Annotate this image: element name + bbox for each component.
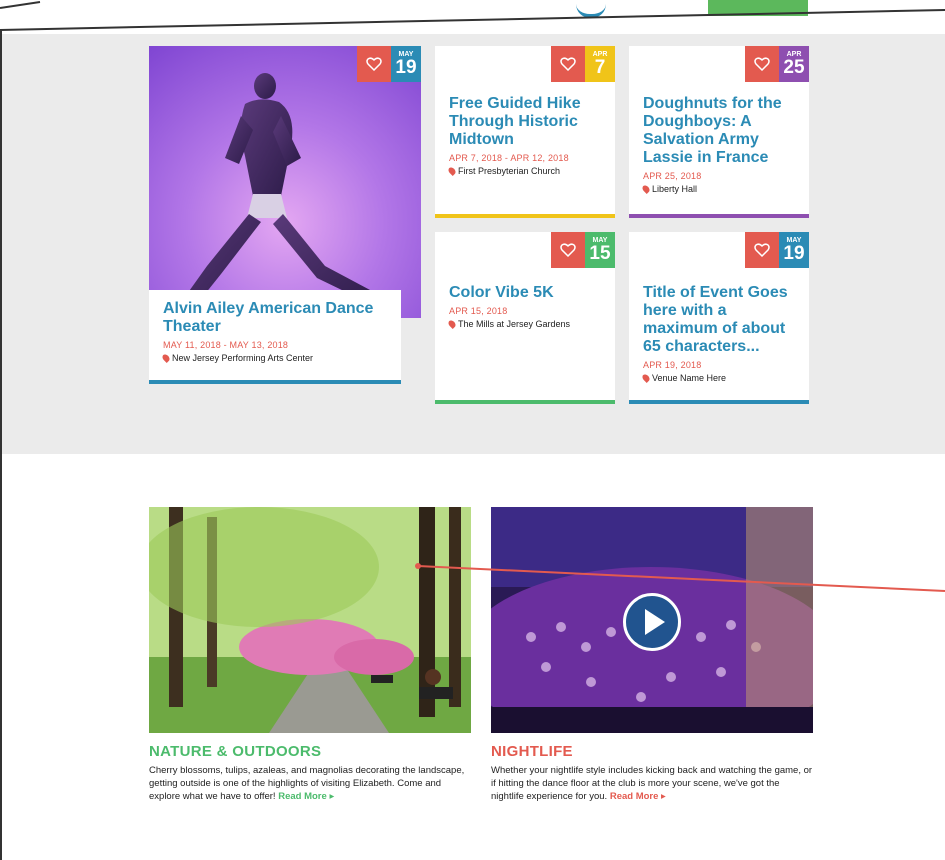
map-pin-icon [161,353,171,363]
event-venue: The Mills at Jersey Gardens [447,319,603,329]
event-title[interactable]: Doughnuts for the Doughboys: A Salvation… [643,95,797,167]
event-accent-bar [149,380,401,384]
event-card[interactable]: APR 7 Free Guided Hike Through Historic … [435,46,615,218]
nightlife-photo[interactable] [491,507,813,733]
event-venue-label: Liberty Hall [652,184,698,194]
event-date-badge: MAY 19 [391,46,421,82]
event-title[interactable]: Free Guided Hike Through Historic Midtow… [449,95,603,149]
event-dates: APR 7, 2018 - APR 12, 2018 [449,153,569,163]
event-badge: APR 7 [551,46,615,82]
events-section: Alvin Ailey American Dance Theater MAY 1… [2,34,945,454]
read-more-label[interactable]: Read More [278,791,327,802]
badge-day: 19 [395,57,417,78]
event-badge: MAY 15 [551,232,615,268]
event-dates: MAY 11, 2018 - MAY 13, 2018 [163,340,289,350]
event-card[interactable]: MAY 15 Color Vibe 5K APR 15, 2018 The Mi… [435,232,615,404]
map-pin-icon [641,184,651,194]
feature-description: Whether your nightlife style includes ki… [491,764,813,803]
event-accent-bar [629,400,809,404]
event-venue: Venue Name Here [641,373,797,383]
read-more-link[interactable]: Read More ▸ [610,791,666,802]
event-accent-bar [435,214,615,218]
event-title[interactable]: Alvin Ailey American Dance Theater [163,300,389,336]
event-date-badge: APR 25 [779,46,809,82]
dancer-illustration [177,73,385,314]
heart-icon[interactable] [551,232,585,268]
event-venue-label: First Presbyterian Church [458,166,561,176]
heart-icon[interactable] [551,46,585,82]
event-accent-bar [435,400,615,404]
badge-day: 25 [783,57,805,78]
feature-tile-nightlife[interactable]: NIGHTLIFE Whether your nightlife style i… [491,507,813,803]
heart-icon[interactable] [745,46,779,82]
event-accent-bar [629,214,809,218]
event-venue: New Jersey Performing Arts Center [161,353,389,363]
nature-photo[interactable] [149,507,471,733]
event-venue-label: Venue Name Here [652,373,727,383]
map-pin-icon [447,166,457,176]
event-title[interactable]: Color Vibe 5K [449,284,603,302]
event-title[interactable]: Title of Event Goes here with a maximum … [643,284,797,356]
badge-day: 15 [589,243,611,264]
event-info: Alvin Ailey American Dance Theater MAY 1… [149,290,401,384]
event-venue: First Presbyterian Church [447,166,603,176]
event-venue: Liberty Hall [641,184,797,194]
map-pin-icon [447,319,457,329]
read-more-link[interactable]: Read More ▸ [278,791,334,802]
annotation-arrow [415,563,945,592]
badge-day: 7 [594,57,606,78]
feature-tile-nature[interactable]: NATURE & OUTDOORS Cherry blossoms, tulip… [149,507,471,803]
event-dates: APR 15, 2018 [449,306,508,316]
event-date-badge: MAY 19 [779,232,809,268]
event-card[interactable]: MAY 19 Title of Event Goes here with a m… [629,232,809,404]
event-badge: MAY 19 [745,232,809,268]
feature-description: Cherry blossoms, tulips, azaleas, and ma… [149,764,471,803]
feature-heading[interactable]: NATURE & OUTDOORS [149,743,471,760]
heart-icon[interactable] [357,46,391,82]
event-card[interactable]: APR 25 Doughnuts for the Doughboys: A Sa… [629,46,809,218]
event-venue-label: The Mills at Jersey Gardens [458,319,571,329]
event-badge: APR 25 [745,46,809,82]
badge-day: 19 [783,243,805,264]
event-card-featured[interactable]: Alvin Ailey American Dance Theater MAY 1… [149,46,421,384]
event-dates: APR 25, 2018 [643,171,702,181]
event-venue-label: New Jersey Performing Arts Center [172,353,314,363]
event-date-badge: APR 7 [585,46,615,82]
event-photo [149,46,421,318]
read-more-label[interactable]: Read More [610,791,659,802]
event-date-badge: MAY 15 [585,232,615,268]
map-pin-icon [641,373,651,383]
feature-heading[interactable]: NIGHTLIFE [491,743,813,760]
event-badge: MAY 19 [357,46,421,82]
event-dates: APR 19, 2018 [643,360,702,370]
heart-icon[interactable] [745,232,779,268]
caret-right-icon: ▸ [661,791,666,802]
park-illustration [149,507,471,733]
caret-right-icon: ▸ [329,791,335,802]
